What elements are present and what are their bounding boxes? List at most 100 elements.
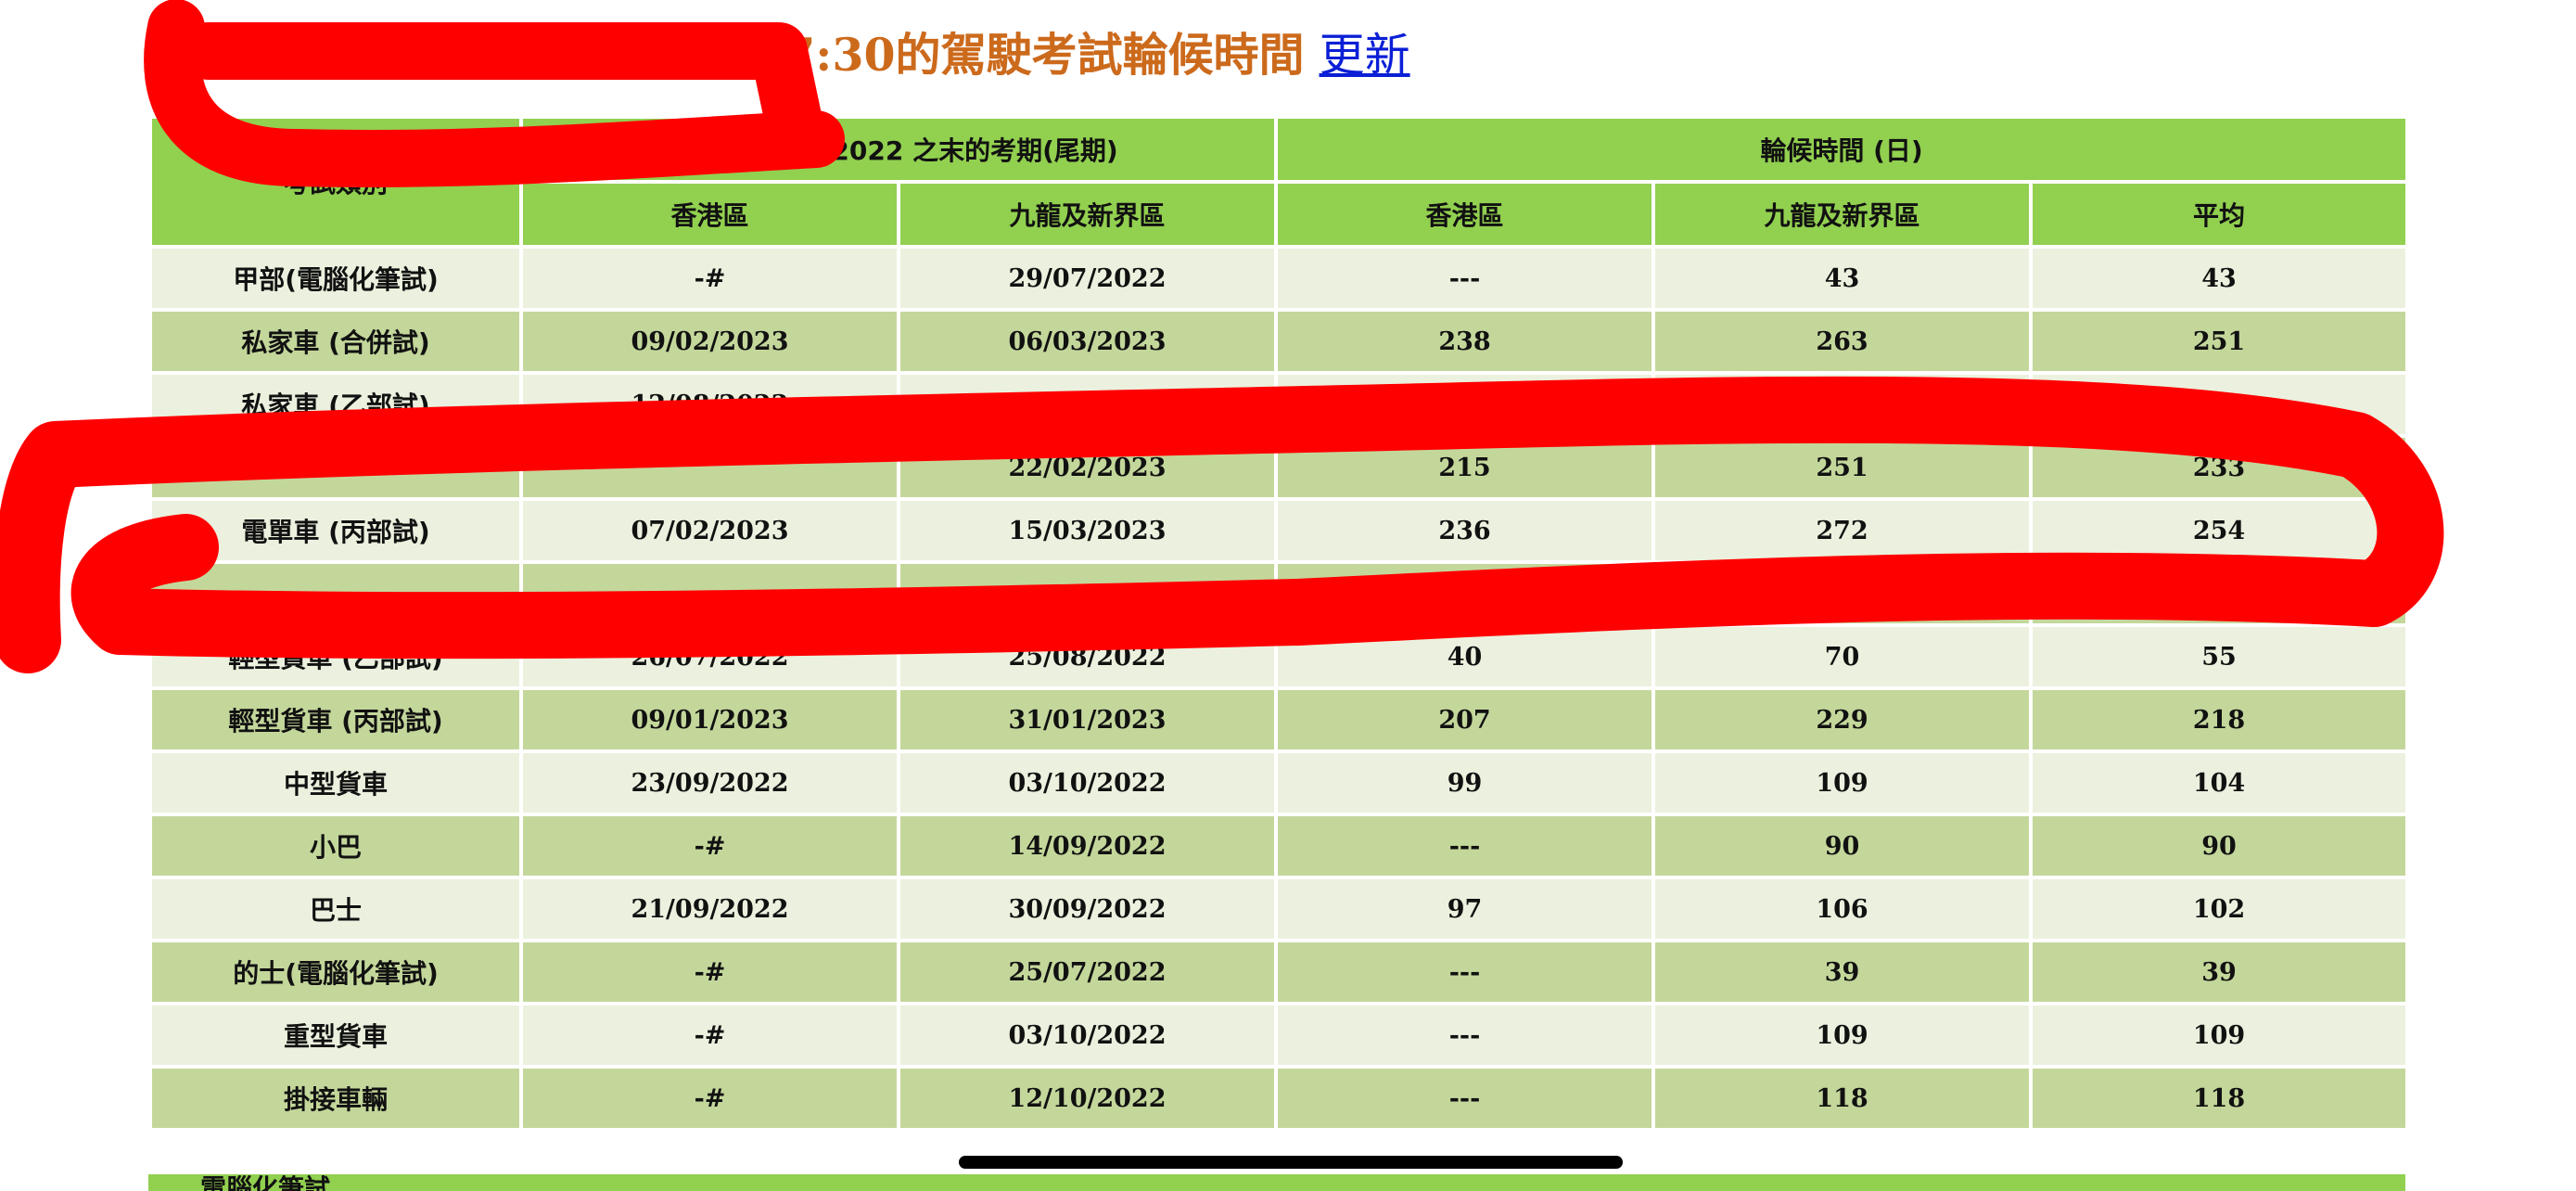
header-kln-days: 九龍及新界區 <box>1651 180 2033 249</box>
cell-avg-days: 118 <box>2029 1065 2409 1132</box>
cell-category: 小巴 <box>148 813 523 879</box>
header-avg-days: 平均 <box>2029 180 2409 249</box>
cell-hk-date: 07/02/2023 <box>519 497 900 564</box>
waiting-time-table: 考試類別 截至 16/06/2022 之末的考期(尾期) 輪候時間 (日) 香港… <box>148 115 2409 1132</box>
cell-hk-date: -# <box>519 245 900 312</box>
cell-kln-days: 109 <box>1651 749 2033 816</box>
cell-kln-days: 229 <box>1651 686 2033 753</box>
next-section-label: 電腦化筆試 <box>200 1173 331 1191</box>
header-category: 考試類別 <box>148 115 523 249</box>
refresh-link[interactable]: 更新 <box>1320 19 1410 84</box>
cell-hk-date: 12/08/2022 <box>519 371 900 438</box>
cell-hk-days: --- <box>1274 939 1655 1005</box>
cell-kln-days: 70 <box>1651 623 2033 690</box>
cell-kln-date: 06/03/2023 <box>897 308 1278 375</box>
table-row <box>148 560 2409 627</box>
cell-hk-days: 236 <box>1274 497 1655 564</box>
cell-hk-days: 215 <box>1274 434 1655 501</box>
table-body: 甲部(電腦化筆試) -# 29/07/2022 --- 43 43 私家車 (合… <box>148 245 2409 1132</box>
cell-avg-days: 39 <box>2029 939 2409 1005</box>
cell-category: 電單車 (丙部試) <box>148 497 523 564</box>
cell-kln-date: 12/10/2022 <box>897 1065 1278 1132</box>
cell-kln-days: 106 <box>1651 876 2033 942</box>
cell-kln-days: 43 <box>1651 245 2033 312</box>
cell-avg-days: 104 <box>2029 749 2409 816</box>
page-title-text: 截至 16/06/2022 (星期四) 17:30的駕駛考試輪候時間 <box>148 27 1305 82</box>
cell-hk-date: 23/09/2022 <box>519 749 900 816</box>
cell-category: 掛接車輛 <box>148 1065 523 1132</box>
cell-kln-days: 39 <box>1651 939 2033 1005</box>
cell-kln-date: 29/07/2022 <box>897 245 1278 312</box>
table-row: 私家車 (乙部試) 12/08/2022 <box>148 371 2409 438</box>
cell-kln-date: 31/01/2023 <box>897 686 1278 753</box>
cell-hk-date: -# <box>519 1002 900 1069</box>
cell-hk-days <box>1274 371 1655 438</box>
cell-kln-date: 03/10/2022 <box>897 1002 1278 1069</box>
cell-kln-days <box>1651 371 2033 438</box>
table-row: 輕型貨車 (乙部試) 26/07/2022 25/08/2022 40 70 5… <box>148 623 2409 690</box>
table-row: 電單車 (丙部試) 07/02/2023 15/03/2023 236 272 … <box>148 497 2409 564</box>
cell-avg-days <box>2029 371 2409 438</box>
table-row: 掛接車輛 -# 12/10/2022 --- 118 118 <box>148 1065 2409 1132</box>
table-row: 輕型貨車 (丙部試) 09/01/2023 31/01/2023 207 229… <box>148 686 2409 753</box>
cell-avg-days: 90 <box>2029 813 2409 879</box>
cell-kln-days <box>1651 560 2033 627</box>
cell-avg-days: 251 <box>2029 308 2409 375</box>
cell-hk-days <box>1274 560 1655 627</box>
cell-kln-days: 109 <box>1651 1002 2033 1069</box>
cell-hk-days: --- <box>1274 245 1655 312</box>
cell-hk-date <box>519 560 900 627</box>
cell-category: 重型貨車 <box>148 1002 523 1069</box>
header-wait-group: 輪候時間 (日) <box>1274 115 2409 184</box>
cell-hk-date: 09/01/2023 <box>519 686 900 753</box>
cell-kln-date: 25/07/2022 <box>897 939 1278 1005</box>
cell-kln-date <box>897 560 1278 627</box>
cell-avg-days: 43 <box>2029 245 2409 312</box>
cell-hk-date: 09/02/2023 <box>519 308 900 375</box>
table-row: 私家車 (合併試) 09/02/2023 06/03/2023 238 263 … <box>148 308 2409 375</box>
cell-category: 私家車 (合併試) <box>148 308 523 375</box>
cell-avg-days: 218 <box>2029 686 2409 753</box>
cell-kln-date: 14/09/2022 <box>897 813 1278 879</box>
page-title: 截至 16/06/2022 (星期四) 17:30的駕駛考試輪候時間 更新 <box>148 19 1410 83</box>
cell-hk-date: -# <box>519 813 900 879</box>
cell-category: 私家車 (乙部試) <box>148 371 523 438</box>
cell-category: 輕型貨車 (丙部試) <box>148 686 523 753</box>
cell-kln-days: 118 <box>1651 1065 2033 1132</box>
cell-kln-days: 272 <box>1651 497 2033 564</box>
cell-avg-days: 55 <box>2029 623 2409 690</box>
cell-hk-date <box>519 434 900 501</box>
cell-hk-days: --- <box>1274 1065 1655 1132</box>
next-section-header: 電腦化筆試 <box>148 1173 2405 1191</box>
cell-hk-date: 21/09/2022 <box>519 876 900 942</box>
table-row: 的士(電腦化筆試) -# 25/07/2022 --- 39 39 <box>148 939 2409 1005</box>
header-hk-date: 香港區 <box>519 180 900 249</box>
cell-hk-days: 99 <box>1274 749 1655 816</box>
cell-hk-date: -# <box>519 939 900 1005</box>
cell-kln-date: 03/10/2022 <box>897 749 1278 816</box>
table-row: 小巴 -# 14/09/2022 --- 90 90 <box>148 813 2409 879</box>
cell-avg-days <box>2029 560 2409 627</box>
cell-category <box>148 560 523 627</box>
cell-category: 輕型貨車 (乙部試) <box>148 623 523 690</box>
cell-avg-days: 102 <box>2029 876 2409 942</box>
header-kln-date: 九龍及新界區 <box>897 180 1278 249</box>
cell-hk-days: 97 <box>1274 876 1655 942</box>
table-row: 巴士 21/09/2022 30/09/2022 97 106 102 <box>148 876 2409 942</box>
cell-hk-days: 207 <box>1274 686 1655 753</box>
cell-kln-days: 90 <box>1651 813 2033 879</box>
table-row: 甲部(電腦化筆試) -# 29/07/2022 --- 43 43 <box>148 245 2409 312</box>
table-row: 22/02/2023 215 251 233 <box>148 434 2409 501</box>
cell-kln-date: 25/08/2022 <box>897 623 1278 690</box>
cell-kln-days: 263 <box>1651 308 2033 375</box>
cell-hk-date: -# <box>519 1065 900 1132</box>
cell-avg-days: 233 <box>2029 434 2409 501</box>
cell-kln-date: 15/03/2023 <box>897 497 1278 564</box>
cell-category: 的士(電腦化筆試) <box>148 939 523 1005</box>
cell-kln-days: 251 <box>1651 434 2033 501</box>
cell-hk-days: 40 <box>1274 623 1655 690</box>
home-indicator-bar[interactable] <box>959 1156 1623 1169</box>
cell-category: 甲部(電腦化筆試) <box>148 245 523 312</box>
cell-avg-days: 109 <box>2029 1002 2409 1069</box>
table-row: 中型貨車 23/09/2022 03/10/2022 99 109 104 <box>148 749 2409 816</box>
